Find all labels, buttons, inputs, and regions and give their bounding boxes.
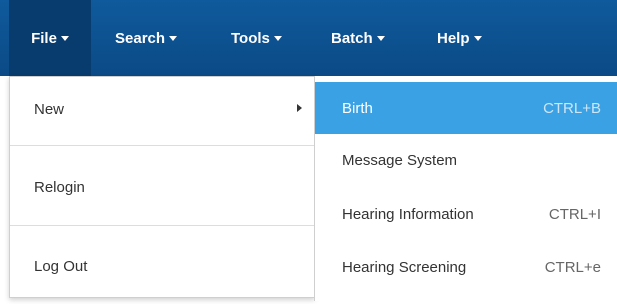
shortcut-hint: CTRL+e [544, 258, 601, 276]
caret-right-icon [297, 104, 302, 112]
caret-down-icon [60, 36, 69, 41]
submenu-item-message-system-label: Message System [342, 151, 458, 169]
submenu-item-birth-label: Birth [342, 99, 373, 117]
new-submenu: Birth CTRL+B Message System Hearing Info… [314, 76, 617, 301]
caret-down-icon [273, 36, 282, 41]
top-navbar: File Search Tools Batch Help [0, 0, 617, 76]
shortcut-hint: CTRL+I [548, 205, 601, 223]
submenu-item-message-system[interactable]: Message System [315, 134, 617, 186]
menu-item-logout[interactable]: Log Out [10, 228, 314, 304]
nav-tools-menu[interactable]: Tools [231, 0, 282, 76]
nav-batch-menu[interactable]: Batch [331, 0, 385, 76]
nav-help-label: Help [437, 29, 470, 47]
nav-file-label: File [31, 29, 57, 47]
caret-down-icon [376, 36, 385, 41]
menu-divider [10, 145, 314, 146]
nav-file-menu[interactable]: File [9, 0, 91, 76]
submenu-item-hearing-information[interactable]: Hearing Information CTRL+I [315, 188, 617, 240]
nav-tools-label: Tools [231, 29, 270, 47]
submenu-item-hearing-information-label: Hearing Information [342, 205, 474, 223]
nav-search-label: Search [115, 29, 166, 47]
caret-down-icon [169, 36, 178, 41]
menu-divider [10, 225, 314, 226]
submenu-item-hearing-screening[interactable]: Hearing Screening CTRL+e [315, 241, 617, 293]
nav-help-menu[interactable]: Help [437, 0, 482, 76]
menu-item-relogin[interactable]: Relogin [10, 149, 314, 225]
nav-batch-label: Batch [331, 29, 373, 47]
menu-item-logout-label: Log Out [34, 257, 88, 275]
submenu-item-hearing-screening-label: Hearing Screening [342, 258, 467, 276]
menu-item-new[interactable]: New [10, 77, 314, 141]
submenu-item-birth[interactable]: Birth CTRL+B [315, 82, 617, 134]
menu-item-new-label: New [34, 100, 65, 118]
shortcut-hint: CTRL+B [543, 99, 601, 117]
menu-item-relogin-label: Relogin [34, 178, 85, 196]
file-dropdown-menu: New Relogin Log Out [9, 76, 315, 298]
caret-down-icon [473, 36, 482, 41]
nav-search-menu[interactable]: Search [115, 0, 178, 76]
